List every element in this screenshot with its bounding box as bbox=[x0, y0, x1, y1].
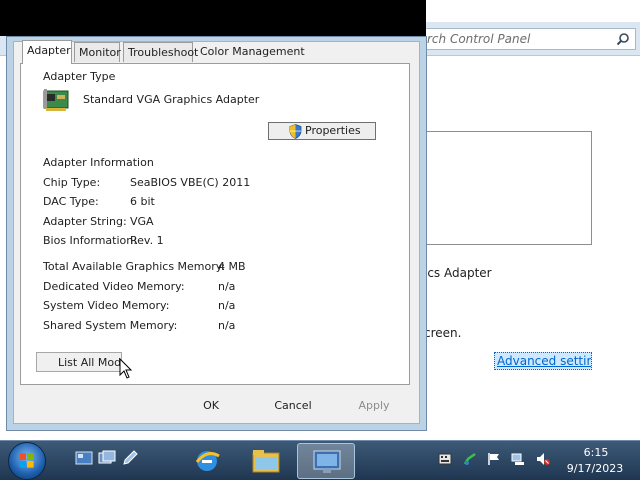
display-settings-task[interactable] bbox=[297, 443, 355, 479]
switch-windows-icon[interactable] bbox=[98, 449, 116, 467]
adapter-info-heading: Adapter Information bbox=[43, 156, 154, 169]
shared-memory-label: Shared System Memory: bbox=[43, 319, 178, 332]
properties-button[interactable]: Properties bbox=[268, 122, 376, 140]
dedicated-memory-label: Dedicated Video Memory: bbox=[43, 280, 185, 293]
uac-shield-icon bbox=[289, 124, 302, 139]
search-placeholder: rch Control Panel bbox=[427, 32, 531, 46]
security-flag-icon[interactable] bbox=[463, 452, 477, 466]
adapter-string-label: Adapter String: bbox=[43, 215, 127, 228]
bios-info-label: Bios Information: bbox=[43, 234, 137, 247]
internet-explorer-icon bbox=[195, 451, 220, 471]
search-control-panel-input[interactable]: rch Control Panel bbox=[396, 28, 636, 50]
display-settings-icon bbox=[313, 450, 341, 473]
clock-time[interactable]: 6:15 bbox=[566, 446, 626, 459]
dac-type-label: DAC Type: bbox=[43, 195, 99, 208]
search-icon[interactable] bbox=[616, 32, 630, 46]
keyboard-icon[interactable] bbox=[438, 452, 452, 466]
adapter-type-heading: Adapter Type bbox=[43, 70, 116, 83]
network-icon[interactable] bbox=[511, 452, 525, 466]
internet-explorer-task[interactable] bbox=[180, 443, 238, 479]
dac-type-value: 6 bit bbox=[130, 195, 155, 208]
windows-explorer-task[interactable] bbox=[238, 443, 296, 479]
volume-muted-icon[interactable] bbox=[536, 452, 550, 466]
advanced-settings-link[interactable]: Advanced settings bbox=[494, 352, 592, 370]
ok-button[interactable]: OK bbox=[186, 396, 236, 416]
dedicated-memory-value: n/a bbox=[218, 280, 236, 293]
system-memory-label: System Video Memory: bbox=[43, 299, 170, 312]
chip-type-label: Chip Type: bbox=[43, 176, 101, 189]
tab-monitor[interactable]: Monitor bbox=[74, 42, 121, 62]
display-adapter-text: ics Adapter bbox=[424, 266, 492, 280]
monitor-preview-box bbox=[420, 131, 592, 245]
clock-date[interactable]: 9/17/2023 bbox=[562, 462, 628, 475]
total-memory-value: 4 MB bbox=[218, 260, 246, 273]
windows-explorer-icon bbox=[252, 450, 280, 473]
bios-info-value: Rev. 1 bbox=[130, 234, 164, 247]
adapter-name: Standard VGA Graphics Adapter bbox=[83, 93, 260, 106]
tab-color-management[interactable]: Color Management bbox=[196, 42, 305, 62]
edit-icon[interactable] bbox=[121, 449, 139, 467]
action-center-flag-icon[interactable] bbox=[487, 452, 501, 466]
chip-type-value: SeaBIOS VBE(C) 2011 bbox=[130, 176, 251, 189]
windows-logo-icon bbox=[19, 453, 34, 468]
graphics-card-icon bbox=[43, 89, 69, 111]
apply-button[interactable]: Apply bbox=[350, 396, 398, 416]
total-memory-label: Total Available Graphics Memory: bbox=[43, 260, 226, 273]
show-desktop-icon[interactable] bbox=[75, 449, 93, 467]
tab-troubleshoot[interactable]: Troubleshoot bbox=[123, 42, 198, 62]
list-all-modes-button[interactable]: List All Modes bbox=[36, 352, 122, 372]
tab-adapter[interactable]: Adapter bbox=[22, 40, 72, 64]
screen-text: creen. bbox=[424, 326, 462, 340]
cancel-button[interactable]: Cancel bbox=[266, 396, 320, 416]
properties-label: Properties bbox=[305, 124, 361, 137]
system-memory-value: n/a bbox=[218, 299, 236, 312]
shared-memory-value: n/a bbox=[218, 319, 236, 332]
top-black-strip bbox=[0, 0, 426, 36]
mouse-cursor-icon bbox=[119, 358, 133, 379]
adapter-string-value: VGA bbox=[130, 215, 154, 228]
start-button[interactable] bbox=[8, 442, 46, 480]
